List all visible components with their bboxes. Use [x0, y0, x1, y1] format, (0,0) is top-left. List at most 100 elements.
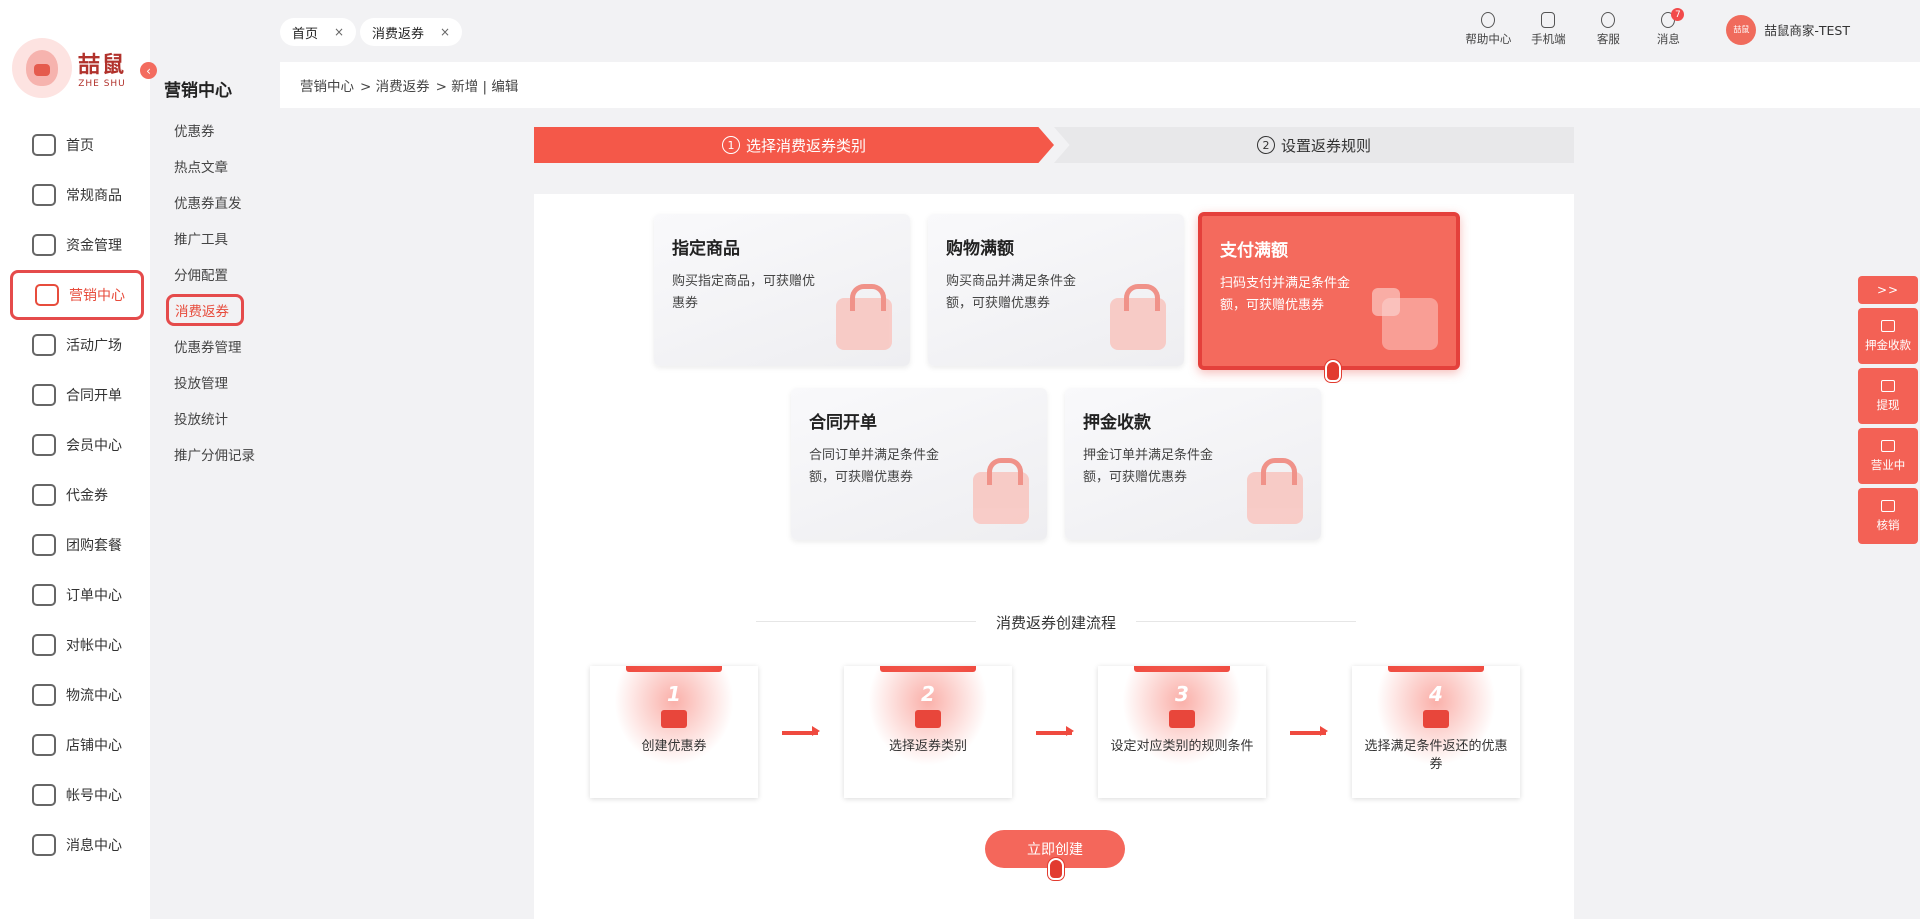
float-tool-label: 押金收款 [1865, 337, 1911, 352]
order-icon [32, 584, 56, 606]
coupon-plus-icon [661, 710, 687, 728]
nav-label: 合同开单 [66, 388, 122, 404]
nav-item-contract[interactable]: 合同开单 [10, 370, 144, 420]
nav-item-orders[interactable]: 订单中心 [10, 570, 144, 620]
phone-icon [1541, 12, 1556, 28]
nav-label: 对帐中心 [66, 638, 122, 654]
top-action-label: 客服 [1596, 32, 1620, 46]
verify-button[interactable]: 核销 [1858, 488, 1918, 544]
nav-item-funds[interactable]: 资金管理 [10, 220, 144, 270]
box-icon [32, 334, 56, 356]
nav-item-marketing[interactable]: 营销中心 [10, 270, 144, 320]
pointer-hand-icon [1048, 858, 1064, 880]
sub-item-coupon[interactable]: 优惠券 [166, 112, 255, 148]
nav-label: 帐号中心 [66, 788, 122, 804]
category-card-contract[interactable]: 合同开单 合同订单并满足条件金额，可获赠优惠券 [791, 388, 1047, 540]
card-title: 押金收款 [1083, 413, 1151, 433]
sub-item-coupon-manage[interactable]: 优惠券管理 [166, 328, 255, 364]
business-status-button[interactable]: 营业中 [1858, 428, 1918, 484]
withdraw-button[interactable]: 提现 [1858, 368, 1918, 424]
breadcrumb-item[interactable]: > 消费返券 [360, 75, 430, 95]
flow-step: 1 创建优惠券 [590, 666, 758, 798]
card-desc: 购买指定商品，可获赠优惠券 [672, 274, 816, 311]
user-icon [32, 784, 56, 806]
card-title: 指定商品 [672, 239, 740, 259]
card-icon [1881, 319, 1895, 332]
tab-home[interactable]: 首页 × [280, 18, 357, 46]
messages-button[interactable]: 7 消息 [1638, 8, 1698, 47]
close-icon[interactable]: × [440, 25, 450, 39]
help-center-button[interactable]: 帮助中心 [1458, 12, 1518, 47]
float-tool-label: 营业中 [1870, 457, 1906, 472]
flow-step-number: 4 [1429, 682, 1443, 706]
brand-logo[interactable]: 喆鼠 ZHE SHU [12, 38, 126, 98]
flow-title: 消费返券创建流程 [995, 614, 1116, 632]
category-card-specified-product[interactable]: 指定商品 购买指定商品，可获赠优惠券 [654, 214, 910, 366]
mobile-button[interactable]: 手机端 [1518, 12, 1578, 47]
flow-step-label: 创建优惠券 [641, 739, 707, 754]
nav-item-voucher[interactable]: 代金券 [10, 470, 144, 520]
shopping-bag-icon [836, 284, 892, 350]
main-sidebar: 喆鼠 ZHE SHU 首页 常规商品 资金管理 营销中心 活动广场 合同开单 会… [0, 0, 150, 919]
nav-item-messages[interactable]: 消息中心 [10, 820, 144, 870]
nav-label: 消息中心 [66, 838, 122, 854]
arrow-right-icon [1290, 726, 1328, 736]
arrow-right-icon [782, 726, 820, 736]
card-desc: 押金订单并满足条件金额，可获赠优惠券 [1083, 448, 1214, 485]
tab-consumption-rebate[interactable]: 消费返券 × [360, 18, 463, 46]
money-bag-icon [1110, 284, 1166, 350]
nav-label: 团购套餐 [66, 538, 122, 554]
nav-item-products[interactable]: 常规商品 [10, 170, 144, 220]
nav-item-members[interactable]: 会员中心 [10, 420, 144, 470]
flow-step-label: 设定对应类别的规则条件 [1110, 739, 1254, 754]
floating-toolbar: >> 押金收款 提现 营业中 核销 [1858, 276, 1920, 548]
sub-item-consumption-rebate[interactable]: 消费返券 [166, 294, 244, 326]
sub-item-delivery-manage[interactable]: 投放管理 [166, 364, 255, 400]
nav-item-account[interactable]: 帐号中心 [10, 770, 144, 820]
card-title: 合同开单 [809, 413, 877, 433]
customer-service-button[interactable]: 客服 [1578, 12, 1638, 47]
flow-step: 3 设定对应类别的规则条件 [1098, 666, 1266, 798]
sub-nav-list: 优惠券 热点文章 优惠券直发 推广工具 分佣配置 消费返券 优惠券管理 投放管理… [166, 112, 255, 472]
step-select-category[interactable]: 1 选择消费返券类别 [534, 127, 1054, 163]
flow-step-number: 2 [921, 682, 935, 706]
sub-item-coupon-direct[interactable]: 优惠券直发 [166, 184, 255, 220]
category-card-payment-amount[interactable]: 支付满额 扫码支付并满足条件金额，可获赠优惠券 [1198, 212, 1460, 370]
withdraw-icon [1881, 379, 1895, 392]
chevron-left-icon[interactable]: ‹ [140, 62, 157, 79]
step-label: 选择消费返券类别 [745, 136, 866, 155]
nav-label: 常规商品 [66, 188, 122, 204]
category-card-deposit[interactable]: 押金收款 押金订单并满足条件金额，可获赠优惠券 [1065, 388, 1321, 540]
nav-label: 订单中心 [66, 588, 122, 604]
card-title: 购物满额 [946, 239, 1014, 259]
megaphone-icon [35, 284, 59, 306]
card-desc: 购买商品并满足条件金额，可获赠优惠券 [946, 274, 1077, 311]
nav-item-store[interactable]: 店铺中心 [10, 720, 144, 770]
nav-label: 首页 [66, 138, 94, 154]
close-icon[interactable]: × [334, 25, 344, 39]
nav-item-reconcile[interactable]: 对帐中心 [10, 620, 144, 670]
flow-step-label: 选择返券类别 [888, 739, 967, 754]
deposit-collect-button[interactable]: 押金收款 [1858, 308, 1918, 364]
category-card-shopping-amount[interactable]: 购物满额 购买商品并满足条件金额，可获赠优惠券 [928, 214, 1184, 366]
cart-icon [32, 184, 56, 206]
home-icon [32, 134, 56, 156]
sub-item-delivery-stats[interactable]: 投放统计 [166, 400, 255, 436]
flow-step: 2 选择返券类别 [844, 666, 1012, 798]
flow-step-number: 3 [1175, 682, 1189, 706]
expand-toolbar-button[interactable]: >> [1858, 276, 1918, 304]
sub-item-hot-articles[interactable]: 热点文章 [166, 148, 255, 184]
nav-item-home[interactable]: 首页 [10, 120, 144, 170]
nav-item-group-buy[interactable]: 团购套餐 [10, 520, 144, 570]
top-actions: 帮助中心 手机端 客服 7 消息 喆鼠 喆鼠商家-TEST [1458, 8, 1920, 47]
nav-item-logistics[interactable]: 物流中心 [10, 670, 144, 720]
card-desc: 扫码支付并满足条件金额，可获赠优惠券 [1220, 276, 1351, 313]
breadcrumb-item[interactable]: 营销中心 [300, 75, 354, 95]
flow-step-number: 1 [667, 682, 681, 706]
step-set-rules[interactable]: 2 设置返券规则 [1054, 127, 1574, 163]
sub-item-promo-tools[interactable]: 推广工具 [166, 220, 255, 256]
user-menu[interactable]: 喆鼠 喆鼠商家-TEST [1726, 14, 1850, 45]
sub-item-commission-records[interactable]: 推广分佣记录 [166, 436, 255, 472]
nav-item-activity[interactable]: 活动广场 [10, 320, 144, 370]
sub-item-commission-config[interactable]: 分佣配置 [166, 256, 255, 292]
